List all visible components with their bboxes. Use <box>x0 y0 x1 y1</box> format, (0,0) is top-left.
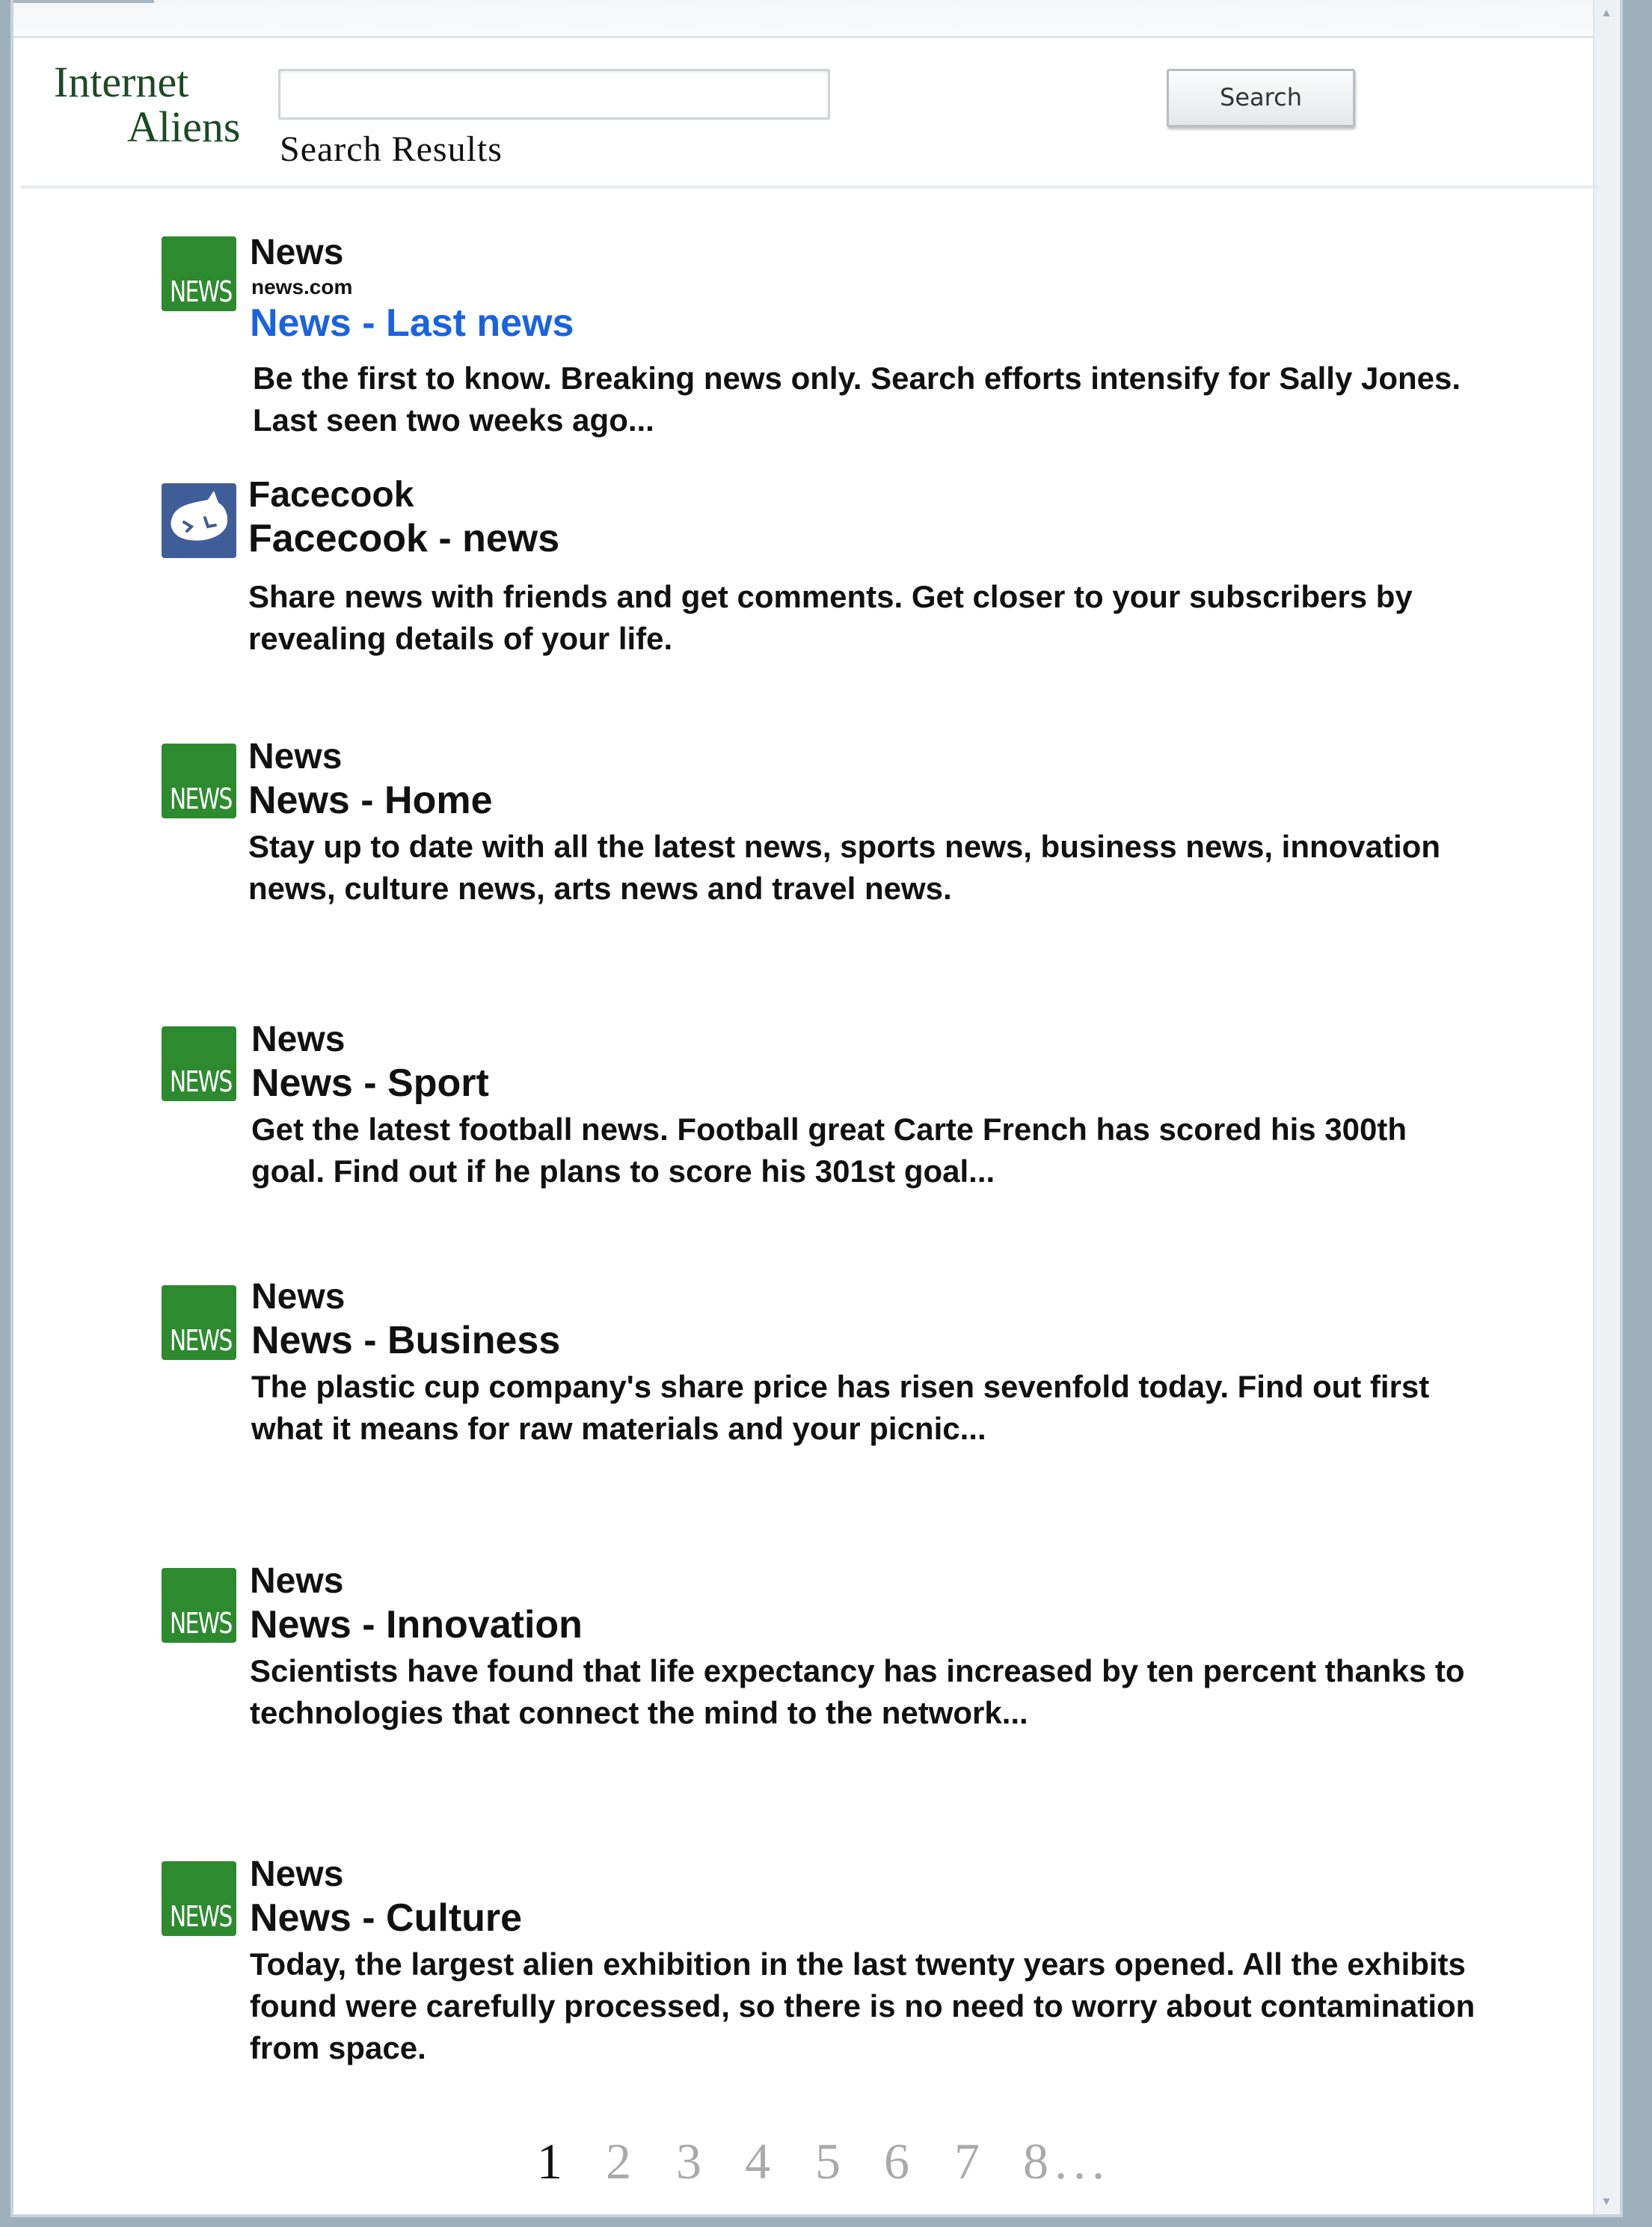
result-snippet: Stay up to date with all the latest news… <box>248 826 1440 910</box>
result-snippet-line: Today, the largest alien exhibition in t… <box>250 1946 1466 1982</box>
result-snippet: Be the first to know. Breaking news only… <box>253 358 1461 441</box>
result-domain: news.com <box>251 275 353 298</box>
result-site-name: News <box>251 1020 346 1059</box>
result-snippet-line: The plastic cup company's share price ha… <box>251 1369 1430 1404</box>
result-site-name: News <box>250 1854 344 1894</box>
result-snippet-line: technologies that connect the mind to th… <box>250 1695 1028 1730</box>
result-title-link[interactable]: News - Last news <box>250 301 574 346</box>
result-site-name: News <box>250 233 344 272</box>
news-icon: NEWS <box>162 1285 236 1360</box>
page-link-7[interactable]: 7 <box>954 2132 980 2191</box>
scroll-up-icon[interactable]: ▴ <box>1597 3 1615 22</box>
result-snippet-line: found were carefully processed, so there… <box>250 1988 1476 2024</box>
page-link-4[interactable]: 4 <box>745 2132 770 2191</box>
result-site-name: News <box>248 737 343 776</box>
result-snippet-line: Get the latest football news. Football g… <box>251 1112 1407 1147</box>
browser-window: ▴ ▾ Internet Aliens Search Search Result… <box>10 0 1623 2217</box>
news-icon: NEWS <box>162 1568 236 1643</box>
result-title-link[interactable]: News - Home <box>248 778 493 823</box>
news-icon: NEWS <box>162 236 236 311</box>
search-input[interactable] <box>278 69 830 120</box>
result-snippet-line: Share news with friends and get comments… <box>248 579 1413 614</box>
result-snippet: Scientists have found that life expectan… <box>250 1650 1465 1734</box>
window-top-strip <box>13 0 1620 38</box>
news-icon-label: NEWS <box>170 1607 233 1640</box>
result-site-name: News <box>250 1561 344 1601</box>
logo[interactable]: Internet Aliens <box>54 57 271 162</box>
result-snippet-line: goal. Find out if he plans to score his … <box>251 1154 995 1189</box>
tab-indicator <box>13 0 154 3</box>
result-snippet-line: from space. <box>250 2030 426 2065</box>
logo-line-2: Aliens <box>127 102 241 151</box>
news-icon-label: NEWS <box>170 275 233 308</box>
result-snippet-line: news, culture news, arts news and travel… <box>248 871 952 906</box>
news-icon-label: NEWS <box>170 782 233 815</box>
page-link-3[interactable]: 3 <box>676 2132 701 2191</box>
result-title-link[interactable]: News - Culture <box>250 1896 522 1940</box>
page-link-1[interactable]: 1 <box>537 2132 562 2191</box>
news-icon: NEWS <box>162 744 236 818</box>
page-title: Search Results <box>280 129 503 169</box>
vertical-scrollbar[interactable]: ▴ ▾ <box>1593 0 1620 2214</box>
page-link-5[interactable]: 5 <box>815 2132 841 2191</box>
result-site-name: News <box>251 1277 346 1317</box>
news-icon: NEWS <box>162 1861 236 1936</box>
result-title-link[interactable]: Facecook - news <box>248 516 559 561</box>
result-snippet-line: Be the first to know. Breaking news only… <box>253 361 1461 396</box>
result-snippet-line: Last seen two weeks ago... <box>253 402 654 438</box>
result-snippet-line: Stay up to date with all the latest news… <box>248 829 1440 864</box>
news-icon-label: NEWS <box>170 1065 233 1098</box>
facecook-icon <box>162 483 236 558</box>
result-snippet-line: what it means for raw materials and your… <box>251 1411 986 1446</box>
result-snippet: The plastic cup company's share price ha… <box>251 1366 1429 1450</box>
news-icon-label: NEWS <box>170 1324 233 1357</box>
result-title-link[interactable]: News - Business <box>251 1318 560 1363</box>
result-title-link[interactable]: News - Innovation <box>250 1602 583 1647</box>
page-link-8[interactable]: 8... <box>1023 2132 1111 2191</box>
news-icon-label: NEWS <box>170 1900 233 1933</box>
result-snippet: Today, the largest alien exhibition in t… <box>250 1943 1475 2069</box>
result-site-name: Facecook <box>248 475 414 515</box>
result-snippet: Get the latest football news. Football g… <box>251 1109 1407 1192</box>
search-button[interactable]: Search <box>1167 69 1355 127</box>
page-link-2[interactable]: 2 <box>606 2132 631 2191</box>
logo-line-1: Internet <box>54 58 189 106</box>
news-icon: NEWS <box>162 1026 236 1101</box>
result-snippet-line: Scientists have found that life expectan… <box>250 1653 1465 1688</box>
page-link-6[interactable]: 6 <box>884 2132 909 2191</box>
result-snippet: Share news with friends and get comments… <box>248 576 1413 660</box>
search-header: Internet Aliens Search Search Results <box>21 36 1597 189</box>
result-title-link[interactable]: News - Sport <box>251 1061 489 1106</box>
scroll-down-icon[interactable]: ▾ <box>1597 2192 1615 2211</box>
result-snippet-line: revealing details of your life. <box>248 621 673 656</box>
